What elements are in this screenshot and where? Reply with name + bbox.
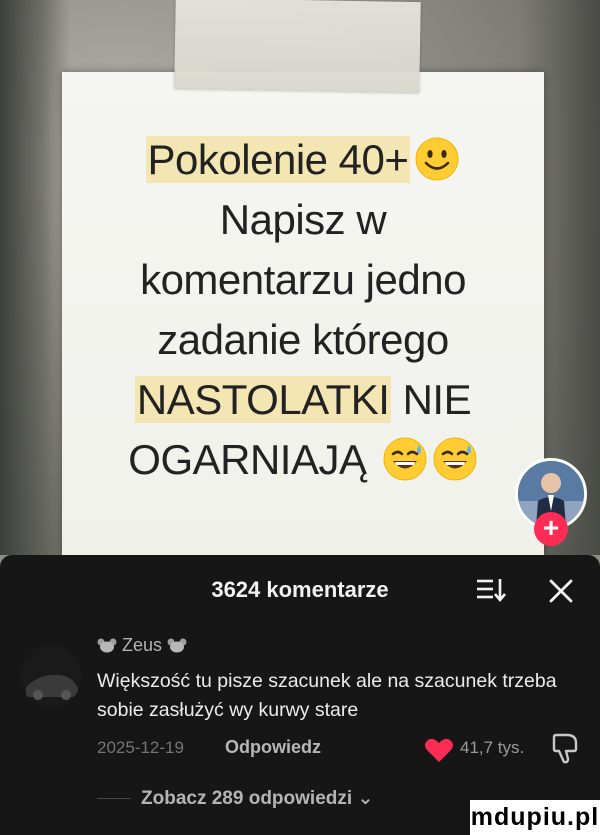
reply-button[interactable]: Odpowiedz xyxy=(225,737,321,758)
post-line-4: zadanie którego xyxy=(157,316,449,363)
smiling-face-icon xyxy=(415,137,459,181)
post-line-1: Pokolenie 40+ xyxy=(62,130,544,190)
tape xyxy=(174,0,421,93)
post-line-1-text: Pokolenie 40+ xyxy=(145,136,411,183)
post-line-6: OGARNIAJĄ xyxy=(62,430,544,490)
comment-avatar[interactable] xyxy=(20,645,82,707)
close-icon[interactable] xyxy=(547,577,575,605)
comment-text: Większość tu pisze szacunek ale na szacu… xyxy=(97,670,557,721)
sweat-smile-icon xyxy=(433,437,477,481)
sweat-smile-icon xyxy=(383,437,427,481)
photo-shadow-left xyxy=(0,0,70,555)
mouse-icon xyxy=(167,638,187,653)
view-replies-button[interactable]: Zobacz 289 odpowiedzi ⌄ xyxy=(141,787,373,810)
post-line-6-text: OGARNIAJĄ xyxy=(128,436,367,483)
post-line-3: komentarzu jedno xyxy=(140,256,466,303)
post-text: Pokolenie 40+ Napisz w komentarzu jedno … xyxy=(62,130,544,490)
like-count: 41,7 tys. xyxy=(460,738,525,757)
heart-icon[interactable] xyxy=(424,737,454,763)
dislike-icon[interactable] xyxy=(550,733,580,765)
replies-divider xyxy=(97,798,131,799)
post-line-5: NASTOLATKI NIE xyxy=(62,370,544,430)
comments-sheet: 3624 komentarze Zeus Większość tu pisze … xyxy=(0,555,600,835)
comment-date: 2025-12-19 xyxy=(97,738,184,757)
comment-username-row[interactable]: Zeus xyxy=(97,635,187,656)
mouse-icon xyxy=(97,638,117,653)
watermark: mdupiu.pl xyxy=(470,800,600,835)
post-line-5-text: NASTOLATKI xyxy=(134,376,392,423)
post-line-2: Napisz w xyxy=(219,196,387,243)
post-line-5-suffix: NIE xyxy=(402,376,472,423)
avatar-photo xyxy=(20,645,82,707)
sort-icon[interactable] xyxy=(475,577,507,603)
comments-title: 3624 komentarze xyxy=(211,577,389,602)
view-replies-label: Zobacz 289 odpowiedzi xyxy=(141,788,353,809)
follow-button[interactable]: + xyxy=(534,512,568,546)
comment-username[interactable]: Zeus xyxy=(122,635,162,655)
chevron-down-icon: ⌄ xyxy=(357,788,374,809)
